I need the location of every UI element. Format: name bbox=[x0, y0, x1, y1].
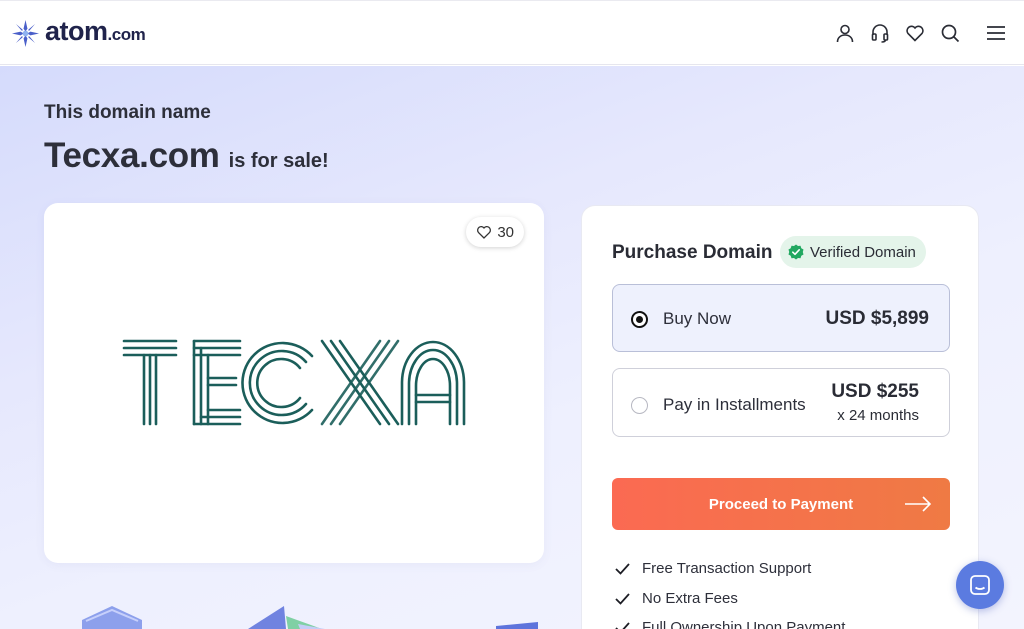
like-button[interactable]: 30 bbox=[466, 217, 524, 247]
like-count: 30 bbox=[497, 223, 514, 241]
arrow-right-icon bbox=[905, 496, 932, 512]
checkmark-icon bbox=[615, 593, 630, 605]
option-price: USD $5,899 bbox=[825, 308, 929, 329]
option-term: x 24 months bbox=[837, 407, 919, 424]
for-sale-label: is for sale! bbox=[228, 150, 329, 172]
radio-installments[interactable] bbox=[631, 397, 648, 414]
verified-domain-badge: Verified Domain bbox=[780, 236, 926, 268]
chat-icon bbox=[970, 575, 990, 595]
brand-logo-tecxa bbox=[122, 339, 466, 426]
verified-check-icon bbox=[788, 244, 804, 260]
heart-icon[interactable] bbox=[905, 23, 925, 43]
domain-name: Tecxa.com bbox=[44, 136, 220, 175]
search-icon[interactable] bbox=[940, 23, 960, 43]
menu-icon[interactable] bbox=[986, 23, 1006, 43]
atom-logo[interactable]: atom.com bbox=[11, 16, 146, 49]
heart-icon bbox=[477, 226, 492, 239]
option-price: USD $255 bbox=[831, 381, 919, 402]
feature-item: No Extra Fees bbox=[614, 590, 738, 607]
feature-item: Free Transaction Support bbox=[614, 560, 811, 577]
purchase-title: Purchase Domain bbox=[612, 242, 773, 263]
option-label: Buy Now bbox=[663, 309, 732, 328]
option-label: Pay in Installments bbox=[663, 395, 806, 414]
atom-star-icon bbox=[11, 19, 40, 47]
domain-logo-card: 30 bbox=[44, 203, 544, 563]
domain-heading: Tecxa.com is for sale! bbox=[44, 136, 329, 176]
feature-illustrations bbox=[82, 606, 538, 629]
option-installments[interactable]: Pay in Installments USD $255 x 24 months bbox=[612, 368, 950, 437]
checkmark-icon bbox=[615, 622, 630, 629]
verified-label: Verified Domain bbox=[810, 243, 916, 261]
proceed-to-payment-button[interactable]: Proceed to Payment bbox=[612, 478, 950, 530]
proceed-label: Proceed to Payment bbox=[708, 495, 854, 513]
eyebrow-text: This domain name bbox=[44, 102, 211, 123]
live-chat-button[interactable] bbox=[956, 561, 1004, 609]
logo-wordmark: atom.com bbox=[45, 16, 146, 46]
purchase-panel: Purchase Domain Verified Domain Buy Now … bbox=[581, 205, 979, 629]
site-header: atom.com bbox=[0, 0, 1024, 65]
radio-buy-now[interactable] bbox=[631, 311, 648, 328]
option-buy-now[interactable]: Buy Now USD $5,899 bbox=[612, 284, 950, 352]
headset-icon[interactable] bbox=[870, 23, 890, 43]
user-icon[interactable] bbox=[835, 23, 855, 43]
feature-item: Full Ownership Upon Payment bbox=[614, 619, 845, 629]
checkmark-icon bbox=[615, 563, 630, 575]
